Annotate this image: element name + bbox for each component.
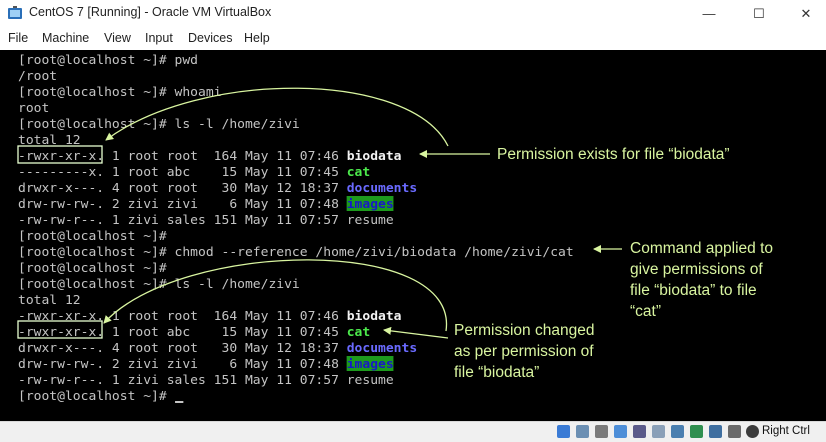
terminal-line-text: -rw-rw-r--. 1 zivi sales 151 May 11 07:5…: [18, 372, 394, 387]
terminal-line-text: drw-rw-rw-. 2 zivi zivi 6 May 11 07:48: [18, 356, 347, 371]
terminal-filename: images: [346, 196, 394, 211]
mouse-integration-icon[interactable]: [728, 425, 741, 438]
audio-icon[interactable]: [595, 425, 608, 438]
cpu-icon[interactable]: [709, 425, 722, 438]
terminal-line: [root@localhost ~]# ls -l /home/zivi: [18, 116, 300, 132]
close-icon: ✕: [800, 5, 812, 21]
terminal-cursor: [174, 401, 183, 403]
menu-help[interactable]: Help: [244, 31, 270, 45]
terminal-line: ---------x. 1 root abc 15 May 11 07:45 c…: [18, 164, 370, 180]
terminal-filename: biodata: [346, 148, 402, 163]
terminal-line-text: total 12: [18, 132, 81, 147]
terminal-line-text: total 12: [18, 292, 81, 307]
terminal-filename: biodata: [346, 308, 402, 323]
terminal-line-text: [root@localhost ~]#: [18, 228, 167, 243]
terminal-filename: documents: [346, 340, 418, 355]
menu-bar: File Machine View Input Devices Help: [0, 27, 826, 50]
terminal-line-text: ---------x. 1 root abc 15 May 11 07:45: [18, 164, 347, 179]
terminal-line-text: [root@localhost ~]# chmod --reference /h…: [18, 244, 574, 259]
window-titlebar: CentOS 7 [Running] - Oracle VM VirtualBo…: [0, 0, 826, 27]
terminal-line-text: -rw-rw-r--. 1 zivi sales 151 May 11 07:5…: [18, 212, 394, 227]
terminal-line: [root@localhost ~]#: [18, 228, 167, 244]
terminal-filename: documents: [346, 180, 418, 195]
terminal-line-text: drwxr-x---. 4 root root 30 May 12 18:37: [18, 340, 347, 355]
menu-view[interactable]: View: [104, 31, 131, 45]
network-icon[interactable]: [614, 425, 627, 438]
terminal-line: total 12: [18, 132, 81, 148]
hard-disk-icon[interactable]: [557, 425, 570, 438]
annotation-command-applied: Command applied to give permissions of f…: [630, 240, 774, 320]
terminal-line: [root@localhost ~]#: [18, 388, 183, 404]
terminal-filename: images: [346, 356, 394, 371]
terminal-filename: cat: [346, 164, 371, 179]
annotation-permission-exists: Permission exists for file “biodata”: [497, 146, 730, 163]
close-button[interactable]: ✕: [783, 0, 826, 27]
terminal-line-text: -rwxr-xr-x. 1 root root 164 May 11 07:46: [18, 308, 347, 323]
terminal-line-text: /root: [18, 68, 58, 83]
terminal-line-text: [root@localhost ~]#: [18, 260, 167, 275]
terminal-line-text: -rwxr-xr-x. 1 root abc 15 May 11 07:45: [18, 324, 347, 339]
minimize-icon: —: [702, 6, 716, 21]
virtualbox-icon: [8, 6, 22, 19]
terminal-line: drw-rw-rw-. 2 zivi zivi 6 May 11 07:48 i…: [18, 196, 394, 212]
shared-folders-icon[interactable]: [652, 425, 665, 438]
terminal-line: root: [18, 100, 49, 116]
annotation-permission-changed: Permission changed as per permission of …: [454, 322, 595, 381]
terminal-line: drwxr-x---. 4 root root 30 May 12 18:37 …: [18, 180, 417, 196]
vm-terminal-screen[interactable]: [root@localhost ~]# pwd/root [root@localh…: [0, 50, 826, 421]
maximize-button[interactable]: ☐: [736, 0, 782, 27]
menu-file[interactable]: File: [8, 31, 28, 45]
terminal-line: -rwxr-xr-x. 1 root abc 15 May 11 07:45 c…: [18, 324, 370, 340]
menu-input[interactable]: Input: [145, 31, 173, 45]
terminal-line: -rw-rw-r--. 1 zivi sales 151 May 11 07:5…: [18, 212, 394, 228]
terminal-line: total 12: [18, 292, 81, 308]
minimize-button[interactable]: —: [686, 0, 732, 27]
video-capture-icon[interactable]: [690, 425, 703, 438]
window-title: CentOS 7 [Running] - Oracle VM VirtualBo…: [29, 5, 272, 19]
terminal-line-text: [root@localhost ~]# ls -l /home/zivi: [18, 116, 300, 131]
terminal-line-text: [root@localhost ~]# ls -l /home/zivi: [18, 276, 300, 291]
terminal-line-text: drwxr-x---. 4 root root 30 May 12 18:37: [18, 180, 347, 195]
maximize-icon: ☐: [753, 5, 765, 21]
menu-devices[interactable]: Devices: [188, 31, 232, 45]
terminal-line: [root@localhost ~]# chmod --reference /h…: [18, 244, 574, 260]
host-key-label: Right Ctrl: [762, 425, 810, 437]
terminal-line-text: -rwxr-xr-x. 1 root root 164 May 11 07:46: [18, 148, 347, 163]
terminal-line: drwxr-x---. 4 root root 30 May 12 18:37 …: [18, 340, 417, 356]
menu-machine[interactable]: Machine: [42, 31, 89, 45]
terminal-line: [root@localhost ~]#: [18, 260, 167, 276]
terminal-line-text: root: [18, 100, 50, 115]
terminal-line: /root: [18, 68, 57, 84]
status-bar: Right Ctrl: [0, 421, 826, 442]
display-icon[interactable]: [671, 425, 684, 438]
terminal-line-text: drw-rw-rw-. 2 zivi zivi 6 May 11 07:48: [18, 196, 347, 211]
terminal-line: -rwxr-xr-x. 1 root root 164 May 11 07:46…: [18, 148, 402, 164]
terminal-line-text: [root@localhost ~]#: [18, 388, 175, 403]
terminal-line: [root@localhost ~]# whoami: [18, 84, 221, 100]
terminal-line: drw-rw-rw-. 2 zivi zivi 6 May 11 07:48 i…: [18, 356, 394, 372]
host-key-icon: [746, 425, 759, 438]
terminal-line-text: [root@localhost ~]# whoami: [18, 84, 222, 99]
terminal-line-text: [root@localhost ~]# pwd: [18, 52, 199, 67]
terminal-filename: cat: [346, 324, 371, 339]
terminal-line: [root@localhost ~]# pwd: [18, 52, 198, 68]
optical-drive-icon[interactable]: [576, 425, 589, 438]
terminal-line: -rw-rw-r--. 1 zivi sales 151 May 11 07:5…: [18, 372, 394, 388]
terminal-line: [root@localhost ~]# ls -l /home/zivi: [18, 276, 300, 292]
terminal-line: -rwxr-xr-x. 1 root root 164 May 11 07:46…: [18, 308, 402, 324]
usb-icon[interactable]: [633, 425, 646, 438]
